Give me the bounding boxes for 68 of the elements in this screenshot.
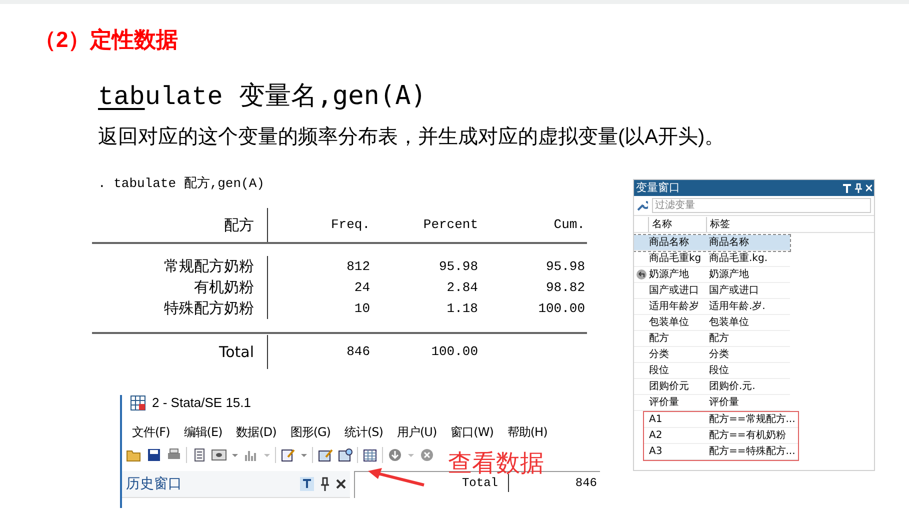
annotation-text: 查看数据 (448, 449, 544, 477)
table-cell: 846 (575, 476, 597, 490)
menu-item[interactable]: 图形(G) (290, 423, 330, 441)
table-cell-text: 98.82 (546, 278, 585, 297)
variable-row[interactable]: 商品名称 商品名称 (634, 235, 790, 251)
variable-row[interactable]: 适用年龄岁 适用年龄.岁. (634, 299, 790, 315)
variable-row[interactable]: 奶源产地 奶源产地 (634, 267, 790, 283)
column-header[interactable]: 标签 (710, 218, 730, 230)
column-header: 配方 (224, 214, 254, 236)
table-cell-text: 24 (354, 278, 370, 297)
arrow (366, 467, 426, 487)
column-header[interactable]: 名称 (652, 218, 672, 230)
row-label: 特殊配方奶粉 (164, 298, 254, 320)
variable-row[interactable]: 包装单位 包装单位 (634, 315, 790, 331)
table-cell-text: 846 (346, 343, 370, 362)
save-icon[interactable] (146, 447, 162, 463)
filter-icon[interactable] (843, 184, 851, 192)
menu-item[interactable]: 文件(F) (132, 423, 170, 441)
editor-icon[interactable] (280, 447, 296, 463)
variable-row[interactable]: 分类 分类 (634, 347, 790, 363)
table-cell-text: 10 (354, 300, 370, 318)
variable-row[interactable]: 商品毛重kg 商品毛重.kg. (634, 251, 790, 267)
window-title: 2 - Stata/SE 15.1 (152, 394, 252, 412)
section-heading: （2）定性数据 (34, 26, 178, 54)
description-text: 返回对应的这个变量的频率分布表，并生成对应的虚拟变量(以A开头)。 (98, 125, 725, 150)
table-cell-text: 1.18 (446, 300, 478, 318)
filter-field[interactable]: 过滤变量 (652, 198, 871, 213)
row-label: 常规配方奶粉 (164, 256, 254, 278)
table-cell-text: 2.84 (446, 278, 478, 297)
menu-item[interactable]: 统计(S) (344, 423, 383, 441)
column-header: Percent (423, 216, 478, 234)
pin-icon[interactable] (320, 477, 330, 491)
menu-item[interactable]: 帮助(H) (507, 423, 548, 441)
table-cell-text: 812 (346, 258, 370, 276)
variable-row[interactable]: 评价量 评价量 (634, 395, 790, 411)
viewer-icon[interactable] (211, 447, 227, 463)
data-browser-icon[interactable] (337, 447, 353, 463)
variable-row[interactable]: A1 配方==常规配方... (644, 412, 798, 428)
variable-row[interactable]: 团购价元 团购价.元. (634, 379, 790, 395)
column-header: Freq. (330, 216, 370, 234)
row-label: Total (462, 476, 498, 490)
column-header: Cum. (554, 216, 585, 234)
variable-row[interactable]: 配方 配方 (634, 331, 790, 347)
command-abbreviation: tab (98, 82, 145, 112)
table-cell-text: 100.00 (538, 300, 585, 318)
command-name: ulate (144, 82, 223, 112)
table-cell-text: 95.98 (546, 258, 585, 276)
menu-item[interactable]: 用户(U) (396, 423, 437, 441)
row-label: Total (218, 342, 254, 363)
filter-icon[interactable] (300, 477, 314, 491)
menu-item[interactable]: 数据(D) (236, 423, 276, 441)
table-icon[interactable] (362, 447, 378, 463)
variable-row[interactable]: 段位 段位 (634, 363, 790, 379)
menu-item[interactable]: 编辑(E) (184, 423, 222, 441)
variable-row[interactable]: A2 配方==有机奶粉 (644, 428, 798, 444)
table-cell-text: 95.98 (438, 258, 478, 276)
command-arguments: 变量名,gen(A) (238, 81, 426, 111)
panel-title: 变量窗口 (636, 180, 680, 196)
variable-row[interactable]: 国产或进口 国产或进口 (634, 283, 790, 299)
table-cell-text: 100.00 (431, 343, 478, 362)
menu-item[interactable]: 窗口(W) (450, 423, 494, 441)
row-label: 有机奶粉 (194, 277, 254, 298)
data-editor-icon[interactable] (317, 447, 333, 463)
variable-row[interactable]: A3 配方==特殊配方... (644, 444, 798, 460)
panel-title: 历史窗口 (126, 474, 182, 494)
close-icon[interactable] (336, 479, 346, 489)
command-echo: . tabulate 配方,gen(A) (98, 176, 264, 192)
stop-icon[interactable] (419, 447, 435, 463)
